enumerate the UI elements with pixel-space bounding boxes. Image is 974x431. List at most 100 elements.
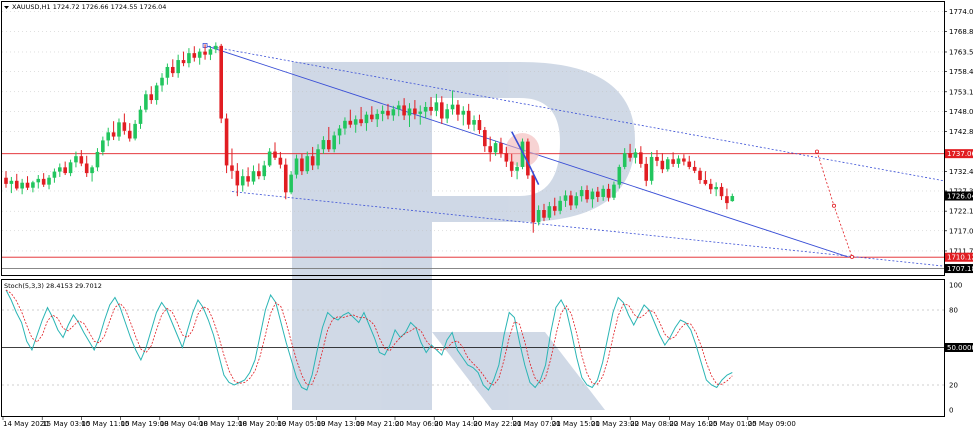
candle-body <box>418 111 423 114</box>
candle-body <box>450 104 455 110</box>
candle-body <box>165 66 170 78</box>
candle-body <box>84 163 89 174</box>
candle-body <box>305 156 310 172</box>
candle-body <box>58 167 62 172</box>
stoch-mid-label: 50.0000 <box>947 344 974 352</box>
price-tick-label: 1763.50 <box>949 48 974 56</box>
candle-body <box>499 143 503 154</box>
candle-body <box>235 170 240 186</box>
candle-body <box>353 119 358 125</box>
candle-body <box>429 106 433 111</box>
candle-body <box>370 114 374 120</box>
candle-body <box>692 166 697 171</box>
candle-body <box>665 159 670 170</box>
candle-body <box>20 182 24 189</box>
price-tick-label: 1742.80 <box>949 128 974 136</box>
candle-body <box>154 85 159 101</box>
candle-body <box>601 188 605 197</box>
price-tick-label: 1768.85 <box>949 28 974 36</box>
candle-body <box>14 180 19 189</box>
candle-body <box>676 158 681 164</box>
candle-body <box>41 178 46 185</box>
candle-body <box>698 170 702 181</box>
candle-body <box>531 175 536 223</box>
candle-body <box>423 106 428 112</box>
candle-body <box>230 165 234 171</box>
candle-body <box>687 161 692 167</box>
candle-body <box>558 200 562 211</box>
candle-body <box>79 156 84 164</box>
candle-body <box>563 195 568 201</box>
stoch-info-label: Stoch(5,3,3) 28.4153 29.7012 <box>4 282 102 290</box>
candle-body <box>574 196 579 206</box>
candle-body <box>25 182 30 188</box>
candle-body <box>337 128 342 136</box>
candle-body <box>633 152 638 158</box>
candle-body <box>596 191 600 197</box>
price-tick-label: 1717.00 <box>949 227 974 235</box>
candle-body <box>456 104 460 115</box>
candle-body <box>273 151 277 158</box>
candle-body <box>133 123 137 139</box>
candle-body <box>316 149 320 166</box>
candle-body <box>477 120 482 131</box>
candle-body <box>461 110 466 115</box>
candle-body <box>332 135 336 150</box>
candle-body <box>251 171 256 182</box>
candle-body <box>219 45 223 119</box>
candle-body <box>240 176 245 186</box>
candle-body <box>348 120 353 125</box>
candle-body <box>122 122 127 131</box>
candle-body <box>386 110 390 116</box>
candle-body <box>74 156 78 163</box>
candle-body <box>590 191 595 200</box>
candle-body <box>445 109 449 119</box>
candle-body <box>472 120 476 125</box>
candle-body <box>294 158 299 175</box>
candle-body <box>380 110 385 114</box>
candle-body <box>214 45 218 50</box>
candle-body <box>612 184 616 198</box>
candle-body <box>47 177 51 185</box>
candle-body <box>106 132 111 141</box>
candle-body <box>203 51 207 55</box>
dropdown-triangle-icon[interactable] <box>4 6 9 9</box>
candle-body <box>439 102 444 119</box>
candle-body <box>504 153 509 162</box>
candle-body <box>644 163 649 181</box>
stoch-tick-label: 20 <box>949 382 958 390</box>
candle-body <box>542 210 546 218</box>
forecast-point <box>850 254 855 259</box>
candle-body <box>407 108 412 116</box>
candle-body <box>192 53 197 58</box>
candle-body <box>101 140 105 152</box>
candle-body <box>197 51 202 58</box>
candle-body <box>628 153 632 158</box>
candle-body <box>515 166 519 171</box>
candle-body <box>606 188 611 198</box>
candle-body <box>224 118 229 166</box>
candle-body <box>68 162 73 174</box>
candle-body <box>31 182 35 188</box>
candle-body <box>703 180 708 184</box>
candle-body <box>391 109 396 116</box>
price-tick-label: 1748.00 <box>949 108 974 116</box>
candle-body <box>708 183 713 190</box>
candle-body <box>257 171 261 177</box>
candle-body <box>144 94 148 110</box>
candle-body <box>181 60 186 64</box>
candle-body <box>660 160 665 170</box>
candle-body <box>170 66 175 74</box>
candle-body <box>466 110 471 125</box>
candle-body <box>267 151 272 166</box>
candle-body <box>111 132 116 137</box>
candle-body <box>730 196 735 202</box>
candle-body <box>547 206 552 218</box>
stoch-tick-label: 80 <box>949 307 958 315</box>
price-tick-label: 1758.45 <box>949 68 974 76</box>
candle-body <box>208 49 213 55</box>
candle-body <box>569 195 573 206</box>
candle-body <box>63 167 67 174</box>
watermark-r-leg <box>432 332 605 410</box>
candle-body <box>36 178 41 183</box>
